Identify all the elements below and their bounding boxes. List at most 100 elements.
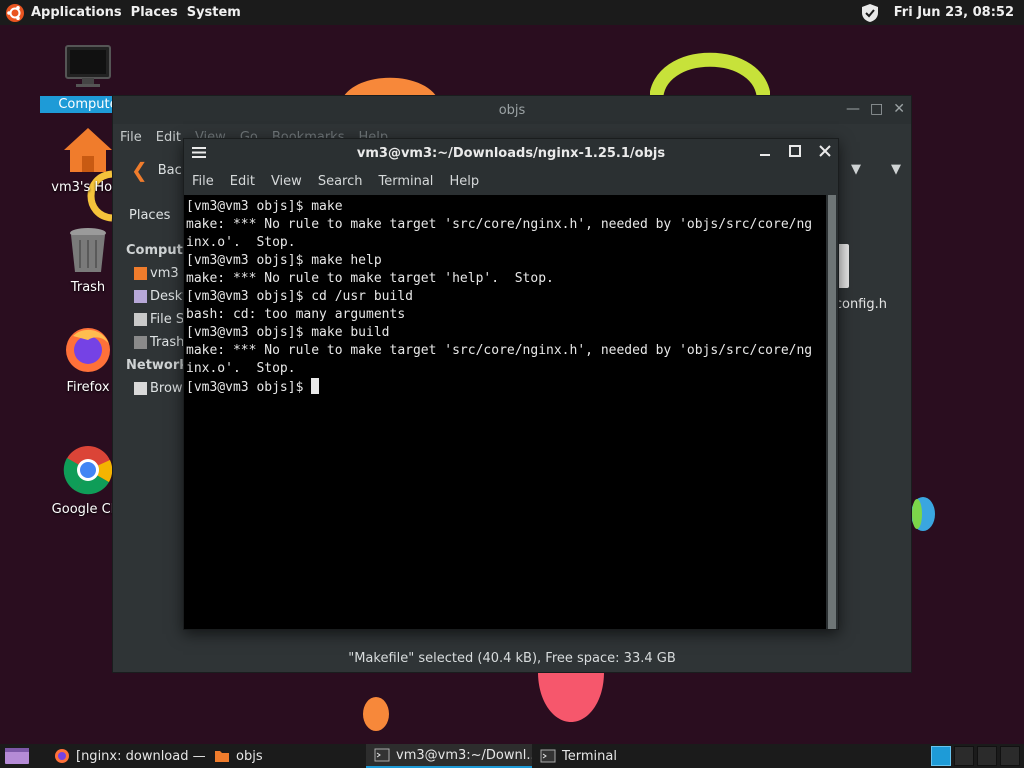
- terminal-line: inx.o'. Stop.: [186, 361, 296, 376]
- fm-status-text: "Makefile" selected (40.4 kB), Free spac…: [348, 650, 676, 666]
- sidebar-item-trash[interactable]: Trash: [134, 335, 184, 350]
- folder-icon: [215, 751, 229, 762]
- fm-toolbar-dropdowns: ▼ ▼: [851, 162, 901, 177]
- scrollbar-thumb[interactable]: [828, 195, 836, 629]
- desktop-icon: [134, 290, 147, 303]
- show-desktop-icon[interactable]: [4, 746, 30, 766]
- computer-icon: [65, 45, 111, 87]
- terminal-line: bash: cd: too many arguments: [186, 307, 406, 322]
- terminal-line: [vm3@vm3 objs]$ make help: [186, 253, 382, 268]
- terminal-line: [vm3@vm3 objs]$ cd /usr build: [186, 289, 413, 304]
- chrome-icon: [63, 446, 113, 495]
- fm-back-button[interactable]: Bac: [158, 163, 182, 178]
- terminal-titlebar[interactable]: vm3@vm3:~/Downloads/nginx-1.25.1/objs: [184, 139, 838, 168]
- terminal-menubar: File Edit View Search Terminal Help: [184, 168, 838, 195]
- terminal-window-title: vm3@vm3:~/Downloads/nginx-1.25.1/objs: [356, 146, 666, 161]
- wallpaper-orange-drop: [363, 697, 389, 731]
- sidebar-item-filesystem[interactable]: File S: [134, 312, 184, 327]
- workspace-3[interactable]: [977, 746, 997, 766]
- workspace-4[interactable]: [1000, 746, 1020, 766]
- terminal-line: make: *** No rule to make target 'src/co…: [186, 343, 813, 358]
- sidebar-places-toggle[interactable]: Places: [129, 208, 170, 223]
- taskbar-terminal[interactable]: Terminal: [532, 744, 692, 768]
- maximize-icon[interactable]: [788, 144, 802, 158]
- wallpaper-blue-drop: [911, 497, 935, 531]
- firefox-icon: [55, 749, 69, 763]
- fm-sidebar: Places Compute vm3 Deskt File S Trash Ne…: [113, 196, 188, 642]
- terminal-menu-help[interactable]: Help: [443, 174, 485, 189]
- back-arrow-icon[interactable]: ❮: [131, 158, 148, 182]
- workspace-switcher: [931, 746, 1020, 766]
- file-label[interactable]: config.h: [835, 297, 887, 312]
- terminal-menu-view[interactable]: View: [265, 174, 308, 189]
- terminal-icon: [540, 749, 556, 763]
- terminal-menu-edit[interactable]: Edit: [224, 174, 261, 189]
- taskbar-item-label: vm3@vm3:~/Downl...: [396, 747, 532, 763]
- workspace-1[interactable]: [931, 746, 951, 766]
- taskbar-item-label: objs: [236, 748, 263, 764]
- terminal-output[interactable]: [vm3@vm3 objs]$ make make: *** No rule to…: [184, 195, 826, 629]
- terminal-line: [vm3@vm3 objs]$ make build: [186, 325, 390, 340]
- home-folder-icon: [64, 128, 112, 172]
- sidebar-item-label: Trash: [150, 335, 185, 350]
- system-menu[interactable]: System: [187, 5, 241, 20]
- terminal-prompt: [vm3@vm3 objs]$: [186, 380, 312, 395]
- taskbar-file-manager[interactable]: objs: [206, 744, 366, 768]
- terminal-line: [vm3@vm3 objs]$ make: [186, 199, 343, 214]
- taskbar-firefox[interactable]: [nginx: download —...: [46, 744, 206, 768]
- fm-window-controls: — □ ✕: [846, 101, 905, 117]
- fm-menu-file[interactable]: File: [120, 130, 142, 145]
- sidebar-section-network: Network: [126, 358, 188, 373]
- wallpaper-pink-shape: [538, 672, 604, 722]
- ubuntu-logo-icon[interactable]: [5, 3, 25, 23]
- chevron-down-icon[interactable]: ▼: [891, 162, 901, 177]
- sidebar-section-computer: Compute: [126, 243, 188, 258]
- terminal-menu-terminal[interactable]: Terminal: [372, 174, 439, 189]
- applications-menu[interactable]: Applications: [31, 5, 122, 20]
- hamburger-menu-icon[interactable]: [192, 146, 206, 159]
- sidebar-item-label: vm3: [150, 266, 179, 281]
- chevron-down-icon[interactable]: ▼: [851, 162, 861, 177]
- taskbar-item-label: Terminal: [562, 748, 617, 764]
- sidebar-item-label: Deskt: [150, 289, 188, 304]
- taskbar-item-label: [nginx: download —...: [76, 748, 206, 764]
- terminal-menu-file[interactable]: File: [186, 174, 220, 189]
- terminal-prompt-line[interactable]: [vm3@vm3 objs]$: [186, 378, 824, 397]
- firefox-icon: [66, 328, 110, 372]
- network-icon: [134, 382, 147, 395]
- terminal-line: inx.o'. Stop.: [186, 235, 296, 250]
- wallpaper-green-ring: [650, 52, 770, 101]
- top-panel: Applications Places System Fri Jun 23, 0…: [0, 0, 1024, 25]
- close-icon[interactable]: [818, 144, 832, 158]
- sidebar-item-desktop[interactable]: Deskt: [134, 289, 187, 304]
- fm-menu-edit[interactable]: Edit: [156, 130, 181, 145]
- terminal-window[interactable]: vm3@vm3:~/Downloads/nginx-1.25.1/objs Fi…: [183, 138, 839, 630]
- fm-window-title: objs: [498, 102, 526, 118]
- text-cursor: [311, 378, 320, 394]
- drive-icon: [134, 313, 147, 326]
- shield-icon[interactable]: [860, 3, 880, 23]
- clock[interactable]: Fri Jun 23, 08:52: [894, 5, 1014, 20]
- bottom-taskbar: [nginx: download —... objs vm3@vm3:~/Dow…: [0, 744, 1024, 768]
- home-folder-icon: [134, 267, 147, 280]
- terminal-line: make: *** No rule to make target 'help'.…: [186, 271, 554, 286]
- sidebar-item-browse-network[interactable]: Brows: [134, 381, 188, 396]
- minimize-icon[interactable]: —: [846, 101, 860, 117]
- taskbar-terminal-active[interactable]: vm3@vm3:~/Downl...: [366, 744, 532, 768]
- minimize-icon[interactable]: [758, 144, 772, 158]
- close-icon[interactable]: ✕: [893, 101, 905, 117]
- terminal-window-controls: [758, 144, 832, 158]
- terminal-line: make: *** No rule to make target 'src/co…: [186, 217, 813, 232]
- workspace-2[interactable]: [954, 746, 974, 766]
- terminal-icon: [374, 748, 390, 762]
- sidebar-item-home[interactable]: vm3: [134, 266, 179, 281]
- sidebar-item-label: File S: [150, 312, 185, 327]
- maximize-icon[interactable]: □: [870, 101, 883, 117]
- trash-icon: [70, 228, 106, 272]
- places-menu[interactable]: Places: [131, 5, 178, 20]
- fm-titlebar[interactable]: objs — □ ✕: [113, 96, 911, 124]
- trash-icon: [134, 336, 147, 349]
- terminal-scrollbar[interactable]: [826, 195, 838, 629]
- fm-statusbar: "Makefile" selected (40.4 kB), Free spac…: [113, 644, 911, 672]
- terminal-menu-search[interactable]: Search: [312, 174, 369, 189]
